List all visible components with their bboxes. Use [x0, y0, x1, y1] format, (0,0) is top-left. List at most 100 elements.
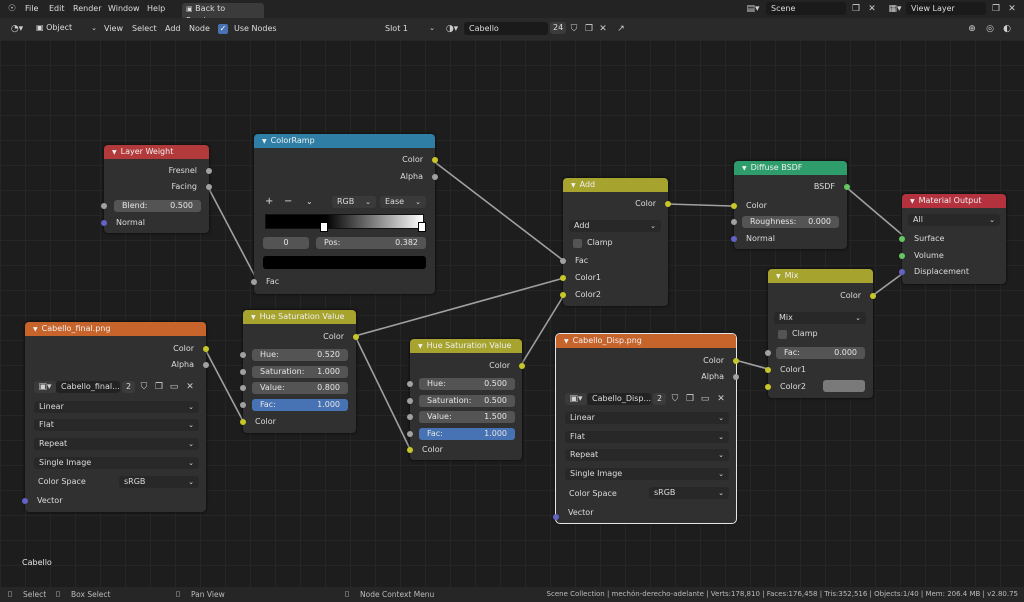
color-space-select[interactable]: sRGB ⌄ — [649, 487, 729, 499]
node-header[interactable]: ▼ ColorRamp — [254, 134, 435, 148]
colorramp-node[interactable]: ▼ ColorRamp Color Alpha + − ⌄ RGB ⌄ Ease ⌄ … — [251, 134, 438, 294]
color1-input-socket[interactable] — [560, 275, 566, 281]
fresnel-socket[interactable] — [206, 168, 212, 174]
layer-weight-node[interactable]: ▼ Layer Weight Fresnel Facing Blend: 0.50… — [101, 145, 212, 233]
fac-slider[interactable]: Fac: 1.000 — [252, 399, 348, 411]
image-users-count[interactable]: 2 — [122, 381, 136, 393]
collapse-icon[interactable]: ▼ — [112, 149, 117, 156]
new-image-icon[interactable]: ❐ — [153, 381, 165, 393]
collapse-icon[interactable]: ▼ — [910, 198, 915, 205]
saturation-slider[interactable]: Saturation: 1.000 — [252, 366, 348, 378]
collapse-icon[interactable]: ▼ — [418, 343, 423, 350]
node-header[interactable]: ▼ Diffuse BSDF — [734, 161, 847, 175]
color-mode-select[interactable]: RGB ⌄ — [332, 196, 376, 208]
fac-socket[interactable] — [240, 402, 246, 408]
node-header[interactable]: ▼ Hue Saturation Value — [410, 339, 522, 353]
mix-node[interactable]: ▼ Mix Color Mix ⌄ Clamp Fac: 0.000 Color1 … — [765, 269, 876, 398]
facing-socket[interactable] — [206, 184, 212, 190]
roughness-socket[interactable] — [731, 219, 737, 225]
interpolation-select[interactable]: Linear ⌄ — [34, 401, 199, 413]
node-header[interactable]: ▼ Layer Weight — [104, 145, 209, 159]
volume-input-socket[interactable] — [899, 253, 905, 259]
collapse-icon[interactable]: ▼ — [742, 165, 747, 172]
color-input-socket[interactable] — [240, 419, 246, 425]
color-output-socket[interactable] — [432, 157, 438, 163]
image-name-field[interactable]: Cabello_final... — [56, 381, 120, 393]
hue-saturation-value-node-2[interactable]: ▼ Hue Saturation Value Color Hue: 0.500 S… — [407, 339, 525, 460]
fake-user-shield-icon[interactable]: ⛉ — [138, 381, 150, 393]
fac-input-socket[interactable] — [560, 258, 566, 264]
color-ramp-gradient[interactable] — [265, 214, 424, 229]
node-header[interactable]: ▼ Add — [563, 178, 668, 192]
add-stop-button[interactable]: + — [265, 196, 273, 207]
collapse-icon[interactable]: ▼ — [33, 326, 38, 333]
color-output-socket[interactable] — [733, 358, 739, 364]
unlink-image-icon[interactable]: ✕ — [184, 381, 196, 393]
collapse-icon[interactable]: ▼ — [564, 338, 569, 345]
extension-select[interactable]: Repeat ⌄ — [34, 438, 199, 450]
new-image-icon[interactable]: ❐ — [684, 393, 696, 405]
color-output-socket[interactable] — [203, 346, 209, 352]
open-folder-icon[interactable]: ▭ — [168, 381, 180, 393]
saturation-socket[interactable] — [407, 398, 413, 404]
source-select[interactable]: Single Image ⌄ — [565, 468, 729, 480]
fac-socket[interactable] — [765, 350, 771, 356]
color-input-socket[interactable] — [407, 447, 413, 453]
saturation-slider[interactable]: Saturation: 0.500 — [419, 395, 515, 407]
value-slider[interactable]: Value: 0.800 — [252, 382, 348, 394]
color2-input-socket[interactable] — [765, 384, 771, 390]
projection-select[interactable]: Flat ⌄ — [565, 431, 729, 443]
collapse-icon[interactable]: ▼ — [571, 182, 576, 189]
color-input-socket[interactable] — [731, 203, 737, 209]
normal-socket[interactable] — [101, 220, 107, 226]
image-texture-disp-node[interactable]: ▼ Cabello_Disp.png Color Alpha ▣▾ Cabello… — [553, 333, 739, 524]
hue-socket[interactable] — [240, 352, 246, 358]
fake-user-shield-icon[interactable]: ⛉ — [669, 393, 681, 405]
blend-type-select[interactable]: Add ⌄ — [569, 220, 661, 232]
node-header[interactable]: ▼ Cabello_final.png — [25, 322, 206, 336]
value-socket[interactable] — [240, 385, 246, 391]
color2-input-socket[interactable] — [560, 292, 566, 298]
stop-position-slider[interactable]: Pos: 0.382 — [316, 237, 426, 249]
material-output-node[interactable]: ▼ Material Output All ⌄ Surface Volume Dis… — [899, 194, 1006, 284]
source-select[interactable]: Single Image ⌄ — [34, 457, 199, 469]
color1-input-socket[interactable] — [765, 367, 771, 373]
color-space-select[interactable]: sRGB ⌄ — [119, 476, 199, 488]
collapse-icon[interactable]: ▼ — [262, 138, 267, 145]
image-name-field[interactable]: Cabello_Disp... — [587, 393, 651, 405]
clamp-checkbox[interactable] — [573, 239, 582, 248]
open-folder-icon[interactable]: ▭ — [699, 393, 711, 405]
hue-slider[interactable]: Hue: 0.520 — [252, 349, 348, 361]
color2-swatch[interactable] — [823, 380, 865, 392]
node-header[interactable]: ▼ Mix — [768, 269, 873, 283]
alpha-output-socket[interactable] — [733, 374, 739, 380]
hue-saturation-value-node-1[interactable]: ▼ Hue Saturation Value Color Hue: 0.520 S… — [240, 310, 359, 433]
color-output-socket[interactable] — [519, 363, 525, 369]
fac-socket[interactable] — [407, 431, 413, 437]
bsdf-output-socket[interactable] — [844, 184, 850, 190]
collapse-icon[interactable]: ▼ — [251, 314, 256, 321]
clamp-checkbox[interactable] — [778, 330, 787, 339]
unlink-image-icon[interactable]: ✕ — [715, 393, 727, 405]
blend-socket[interactable] — [101, 203, 107, 209]
color-output-socket[interactable] — [665, 201, 671, 207]
image-texture-final-node[interactable]: ▼ Cabello_final.png Color Alpha ▣▾ Cabell… — [22, 322, 209, 512]
fac-slider[interactable]: Fac: 1.000 — [419, 428, 515, 440]
displacement-input-socket[interactable] — [899, 269, 905, 275]
hue-socket[interactable] — [407, 381, 413, 387]
value-slider[interactable]: Value: 1.500 — [419, 411, 515, 423]
alpha-output-socket[interactable] — [432, 174, 438, 180]
value-socket[interactable] — [407, 414, 413, 420]
hue-slider[interactable]: Hue: 0.500 — [419, 378, 515, 390]
vector-input-socket[interactable] — [22, 498, 28, 504]
image-users-count[interactable]: 2 — [653, 393, 667, 405]
interpolation-select[interactable]: Linear ⌄ — [565, 412, 729, 424]
fac-input-socket[interactable] — [251, 279, 257, 285]
roughness-slider[interactable]: Roughness: 0.000 — [742, 216, 839, 228]
ramp-menu-chevron-icon[interactable]: ⌄ — [306, 197, 313, 206]
ramp-stop-white[interactable] — [418, 222, 426, 232]
alpha-output-socket[interactable] — [203, 362, 209, 368]
ramp-stop-black[interactable] — [320, 222, 328, 232]
image-browse-icon[interactable]: ▣▾ — [34, 381, 56, 393]
saturation-socket[interactable] — [240, 369, 246, 375]
